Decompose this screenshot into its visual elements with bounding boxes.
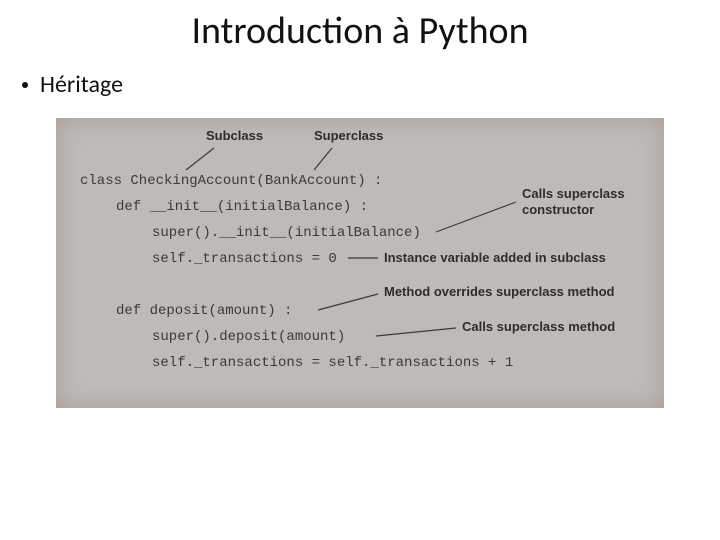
code-line-2: def __init__(initialBalance) : [116, 199, 368, 215]
connector-superclass [314, 148, 332, 170]
figure-svg: Subclass Superclass class CheckingAccoun… [56, 118, 664, 408]
connector-super-method [376, 328, 456, 336]
label-subclass: Subclass [206, 128, 263, 143]
label-super-method: Calls superclass method [462, 319, 615, 334]
connector-ctor [436, 202, 516, 232]
bullet-icon [22, 82, 28, 88]
connector-override [318, 294, 378, 310]
bullet-item: Héritage [22, 70, 123, 99]
code-figure: Subclass Superclass class CheckingAccoun… [56, 118, 664, 408]
label-superclass: Superclass [314, 128, 383, 143]
connector-subclass [186, 148, 214, 170]
label-override: Method overrides superclass method [384, 284, 615, 299]
code-line-7: self._transactions = self._transactions … [152, 355, 513, 371]
label-ctor-1: Calls superclass [522, 186, 625, 201]
code-line-3: super().__init__(initialBalance) [152, 225, 421, 241]
code-line-6: super().deposit(amount) [152, 329, 345, 345]
label-ctor-2: constructor [522, 202, 594, 217]
slide: Introduction à Python Héritage Subclass … [0, 0, 720, 540]
slide-title: Introduction à Python [0, 8, 720, 54]
code-line-4: self._transactions = 0 [152, 251, 337, 267]
bullet-text: Héritage [40, 70, 123, 99]
code-line-1: class CheckingAccount(BankAccount) : [80, 173, 382, 189]
label-ivar: Instance variable added in subclass [384, 250, 606, 265]
code-line-5: def deposit(amount) : [116, 303, 292, 319]
